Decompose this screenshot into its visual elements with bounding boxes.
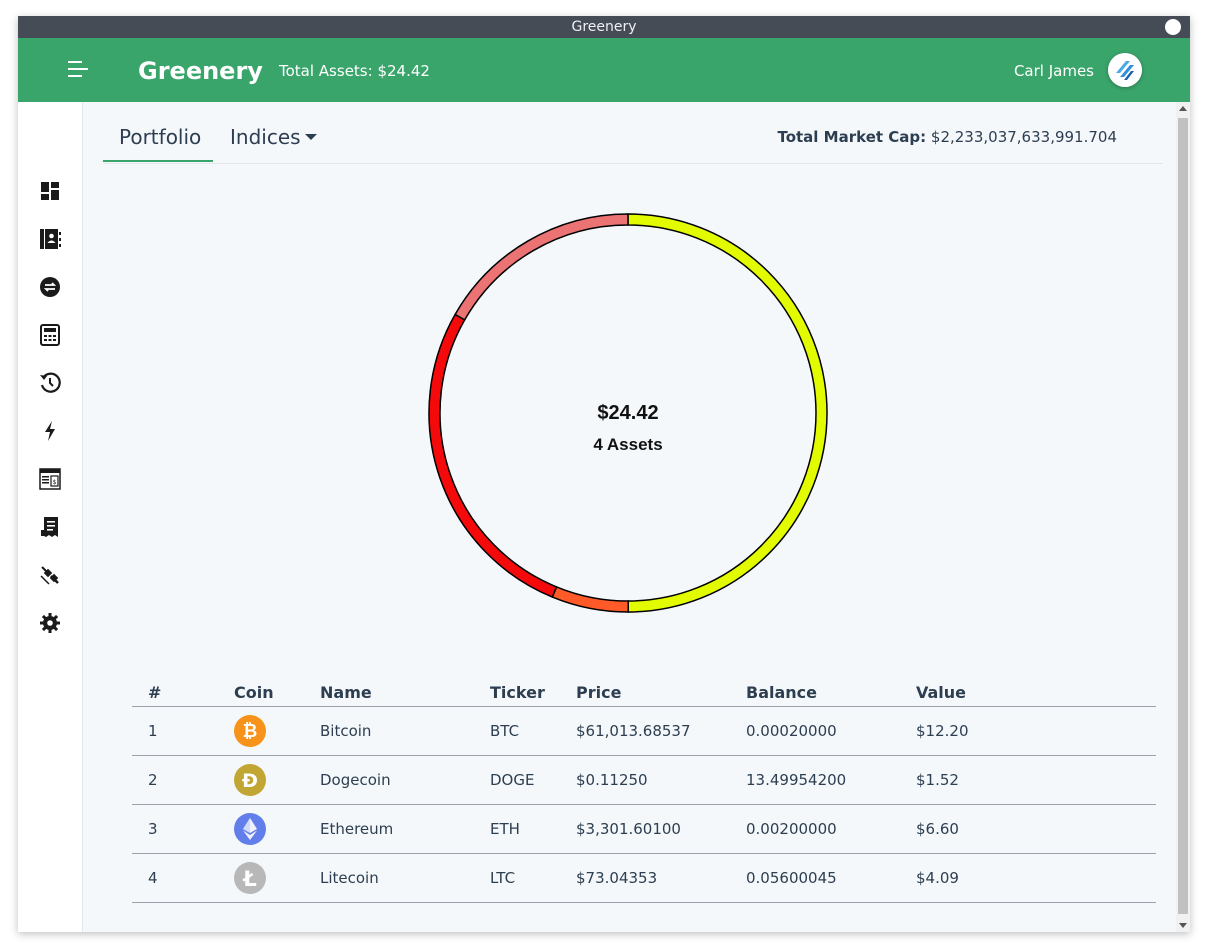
svg-text:$: $ — [53, 479, 57, 486]
coin-price: $0.11250 — [560, 755, 730, 805]
coin-value: $1.52 — [900, 755, 1156, 805]
column-header-ticker: Ticker — [474, 680, 560, 707]
bitcoin-icon: ₿ — [234, 715, 266, 747]
table-row[interactable]: 2 Đ Dogecoin DOGE $0.11250 13.49954200 $… — [132, 755, 1156, 805]
svg-text:Đ: Đ — [242, 770, 258, 792]
tab-indices-label: Indices — [230, 125, 301, 149]
coin-name: Ethereum — [304, 804, 474, 854]
vertical-scrollbar[interactable] — [1176, 102, 1190, 932]
table-row[interactable]: 1 ₿ Bitcoin BTC $61,013.68537 0.00020000… — [132, 706, 1156, 756]
receipt-icon[interactable] — [39, 516, 61, 538]
column-header-name: Name — [304, 680, 474, 707]
donut-total-value: $24.42 — [597, 402, 659, 424]
coin-ticker: ETH — [474, 804, 560, 854]
invoice-icon[interactable]: $ — [39, 468, 61, 490]
coin-price: $73.04353 — [560, 853, 730, 903]
column-header-coin: Coin — [218, 680, 304, 707]
menu-toggle-icon[interactable] — [68, 61, 88, 79]
avatar[interactable] — [1108, 53, 1142, 87]
tab-bar: Portfolio Indices Total Market Cap: $2,2… — [103, 102, 1163, 164]
svg-text:₿: ₿ — [243, 721, 258, 742]
dogecoin-icon: Đ — [234, 764, 266, 796]
address-book-icon[interactable] — [39, 228, 61, 250]
table-header-row: # Coin Name Ticker Price Balance Value — [132, 680, 1156, 707]
coin-ticker: BTC — [474, 706, 560, 756]
ethereum-icon — [234, 813, 266, 845]
coin-name: Bitcoin — [304, 706, 474, 756]
window-close-button[interactable] — [1165, 19, 1181, 35]
assets-table: # Coin Name Ticker Price Balance Value 1… — [132, 680, 1156, 903]
svg-text:Ł: Ł — [242, 867, 256, 891]
row-number: 2 — [132, 755, 218, 805]
row-number: 1 — [132, 706, 218, 756]
calculator-icon[interactable] — [39, 324, 61, 346]
coin-balance: 0.05600045 — [730, 853, 900, 903]
table-row[interactable]: 3 Ethereum ETH $3,301.60100 0.00200000 $… — [132, 804, 1156, 854]
app-window: Greenery Greenery Total Assets: $24.42 C… — [18, 16, 1190, 932]
dashboard-icon[interactable] — [39, 180, 61, 202]
market-cap-label: Total Market Cap: — [777, 128, 927, 146]
column-header-value: Value — [900, 680, 1156, 707]
donut-slice-litecoin[interactable] — [454, 213, 629, 321]
column-header-number: # — [132, 680, 218, 707]
brand-title: Greenery — [138, 57, 263, 85]
app-header: Greenery Total Assets: $24.42 Carl James — [18, 38, 1190, 102]
coin-price: $3,301.60100 — [560, 804, 730, 854]
coin-value: $12.20 — [900, 706, 1156, 756]
coin-ticker: DOGE — [474, 755, 560, 805]
coin-value: $4.09 — [900, 853, 1156, 903]
coin-price: $61,013.68537 — [560, 706, 730, 756]
main-content: Portfolio Indices Total Market Cap: $2,2… — [83, 102, 1176, 932]
litecoin-icon: Ł — [234, 862, 266, 894]
coin-name: Litecoin — [304, 853, 474, 903]
window-title: Greenery — [571, 19, 637, 35]
row-number: 3 — [132, 804, 218, 854]
coin-balance: 0.00020000 — [730, 706, 900, 756]
sidebar: $ — [18, 102, 83, 932]
user-name[interactable]: Carl James — [1014, 62, 1094, 80]
scroll-up-arrow-icon[interactable] — [1179, 106, 1187, 111]
coin-ticker: LTC — [474, 853, 560, 903]
coin-value: $6.60 — [900, 804, 1156, 854]
window-titlebar: Greenery — [18, 16, 1190, 38]
donut-slice-dogecoin[interactable] — [551, 585, 630, 613]
tab-portfolio[interactable]: Portfolio — [119, 125, 201, 149]
column-header-price: Price — [560, 680, 730, 707]
total-assets-summary: Total Assets: $24.42 — [279, 62, 430, 80]
market-cap-value: $2,233,037,633,991.704 — [930, 128, 1117, 146]
row-number: 4 — [132, 853, 218, 903]
coin-balance: 13.49954200 — [730, 755, 900, 805]
plugin-icon[interactable] — [39, 564, 61, 586]
table-row[interactable]: 4 Ł Litecoin LTC $73.04353 0.05600045 $4… — [132, 853, 1156, 903]
lightning-icon[interactable] — [39, 420, 61, 442]
coin-balance: 0.00200000 — [730, 804, 900, 854]
avatar-logo-icon — [1108, 53, 1142, 87]
donut-asset-count: 4 Assets — [593, 435, 663, 454]
tab-indices[interactable]: Indices — [230, 125, 317, 149]
donut-slice-ethereum[interactable] — [428, 313, 558, 599]
market-cap: Total Market Cap: $2,233,037,633,991.704 — [777, 128, 1117, 146]
history-icon[interactable] — [39, 372, 61, 394]
exchange-icon[interactable] — [39, 276, 61, 298]
caret-down-icon — [304, 133, 317, 140]
active-tab-indicator — [103, 160, 213, 162]
scrollbar-thumb[interactable] — [1178, 118, 1188, 914]
scroll-down-arrow-icon[interactable] — [1179, 923, 1187, 928]
column-header-balance: Balance — [730, 680, 900, 707]
gear-icon[interactable] — [39, 612, 61, 634]
coin-name: Dogecoin — [304, 755, 474, 805]
